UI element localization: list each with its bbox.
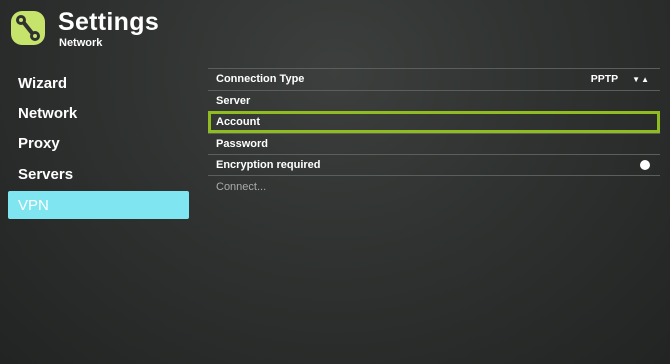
connect-button[interactable]: Connect... [208,176,660,198]
password-label: Password [216,138,268,151]
connection-type-row[interactable]: Connection Type PPTP ▼▲ [208,68,660,90]
connection-type-value: PPTP [590,73,619,86]
sidebar-item-vpn[interactable]: VPN [8,191,189,220]
app-logo-icon [11,11,45,45]
page-title: Settings [58,8,160,36]
connection-type-label: Connection Type [216,73,305,86]
password-row[interactable]: Password [208,132,660,155]
sidebar-item-wizard[interactable]: Wizard [8,68,189,98]
account-row[interactable]: Account [208,111,660,133]
page-subtitle: Network [59,37,103,49]
up-down-chevron-icon[interactable]: ▼▲ [632,75,650,84]
account-label: Account [216,116,260,129]
encryption-label: Encryption required [216,159,321,172]
server-label: Server [216,94,251,107]
toggle-circle-icon[interactable] [640,160,650,171]
encryption-row[interactable]: Encryption required [208,154,660,176]
sidebar-item-network[interactable]: Network [8,98,189,128]
sidebar-item-servers[interactable]: Servers [8,159,189,189]
sidebar-item-proxy[interactable]: Proxy [8,129,189,159]
connect-label: Connect... [216,180,267,193]
sidebar: Wizard Network Proxy Servers VPN [8,68,189,220]
settings-list: Connection Type PPTP ▼▲ Server Account P… [208,68,660,198]
server-row[interactable]: Server [208,89,660,112]
